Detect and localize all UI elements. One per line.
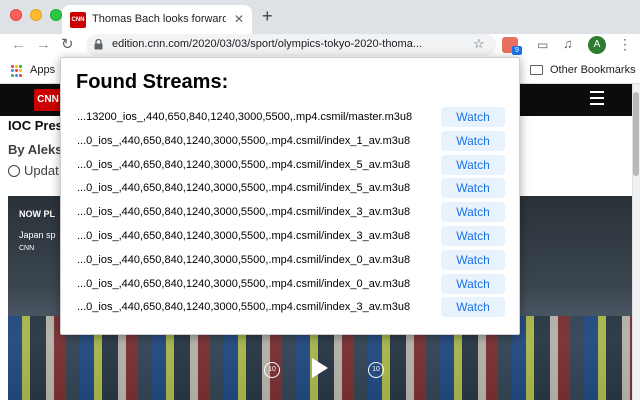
- stream-row: ...0_ios_,440,650,840,1240,3000,5500,.mp…: [77, 249, 507, 272]
- video-source: CNN: [19, 245, 35, 252]
- watch-button[interactable]: Watch: [441, 273, 505, 294]
- article-byline[interactable]: By Aleks: [8, 142, 62, 157]
- stream-row: ...13200_ios_,440,650,840,1240,3000,5500…: [77, 107, 507, 129]
- watch-button[interactable]: Watch: [441, 130, 505, 151]
- found-streams-popup: Found Streams: ...13200_ios_,440,650,840…: [60, 57, 520, 335]
- clock-icon: [8, 165, 20, 177]
- scrollbar-thumb[interactable]: [633, 92, 639, 176]
- now-playing-label: NOW PL: [19, 209, 55, 219]
- forward-button[interactable]: →: [36, 35, 51, 55]
- cnn-logo[interactable]: CNN: [34, 89, 62, 111]
- url-text: edition.cnn.com/2020/03/03/sport/olympic…: [112, 38, 422, 50]
- apps-grid-icon[interactable]: [11, 65, 23, 77]
- watch-button[interactable]: Watch: [441, 178, 505, 199]
- browser-menu-icon[interactable]: ⋮: [618, 36, 632, 53]
- video-caption: Japan sp: [19, 230, 56, 240]
- forward-10-icon[interactable]: 10: [368, 362, 384, 378]
- apps-bookmark[interactable]: Apps: [30, 64, 55, 76]
- other-bookmarks[interactable]: Other Bookmarks: [550, 64, 636, 76]
- lock-icon: [94, 39, 103, 50]
- tab-close-icon[interactable]: ✕: [234, 12, 244, 26]
- cnn-favicon-icon: CNN: [70, 12, 86, 28]
- stream-url: ...0_ios_,440,650,840,1240,3000,5500,.mp…: [77, 182, 411, 195]
- popup-title: Found Streams:: [76, 71, 229, 93]
- updated-text: Updat: [24, 163, 59, 178]
- stream-url: ...0_ios_,440,650,840,1240,3000,5500,.mp…: [77, 277, 411, 290]
- profile-avatar[interactable]: A: [588, 36, 606, 54]
- stream-url: ...0_ios_,440,650,840,1240,3000,5500,.mp…: [77, 134, 411, 147]
- watch-button[interactable]: Watch: [441, 154, 505, 175]
- close-window-button[interactable]: [10, 9, 22, 21]
- stream-row: ...0_ios_,440,650,840,1240,3000,5500,.mp…: [77, 130, 507, 153]
- stream-row: ...0_ios_,440,650,840,1240,3000,5500,.mp…: [77, 202, 507, 224]
- media-controls-icon[interactable]: ♫: [563, 36, 573, 51]
- article-updated: Updat: [8, 163, 59, 178]
- stream-url: ...0_ios_,440,650,840,1240,3000,5500,.mp…: [77, 253, 411, 266]
- back-button[interactable]: ←: [11, 35, 26, 55]
- maximize-window-button[interactable]: [50, 9, 62, 21]
- new-tab-button[interactable]: +: [262, 6, 273, 27]
- stream-url: ...0_ios_,440,650,840,1240,3000,5500,.mp…: [77, 301, 411, 314]
- watch-button[interactable]: Watch: [441, 226, 505, 246]
- stream-url: ...0_ios_,440,650,840,1240,3000,5500,.mp…: [77, 230, 411, 242]
- address-bar[interactable]: edition.cnn.com/2020/03/03/sport/olympic…: [86, 34, 496, 56]
- watch-button[interactable]: Watch: [441, 297, 505, 318]
- play-icon[interactable]: [312, 358, 328, 378]
- stream-row: ...0_ios_,440,650,840,1240,3000,5500,.mp…: [77, 226, 507, 248]
- stream-url: ...0_ios_,440,650,840,1240,3000,5500,.mp…: [77, 158, 411, 171]
- browser-tab[interactable]: CNN Thomas Bach looks forward to ✕: [62, 5, 252, 34]
- extension-badge: 9: [512, 46, 522, 55]
- stream-row: ...0_ios_,440,650,840,1240,3000,5500,.mp…: [77, 178, 507, 200]
- article-headline: IOC Pres: [8, 118, 63, 133]
- browser-toolbar: ← → ↻ edition.cnn.com/2020/03/03/sport/o…: [0, 34, 640, 56]
- stream-row: ...0_ios_,440,650,840,1240,3000,5500,.mp…: [77, 297, 507, 319]
- cast-icon[interactable]: ▭: [537, 38, 548, 52]
- bookmark-star-icon[interactable]: ☆: [473, 36, 485, 52]
- reload-button[interactable]: ↻: [61, 35, 74, 55]
- rewind-10-icon[interactable]: 10: [264, 362, 280, 378]
- hamburger-menu-icon[interactable]: [590, 91, 604, 109]
- stream-row: ...0_ios_,440,650,840,1240,3000,5500,.mp…: [77, 273, 507, 296]
- stream-url: ...13200_ios_,440,650,840,1240,3000,5500…: [77, 111, 413, 123]
- tab-title: Thomas Bach looks forward to: [92, 13, 226, 25]
- minimize-window-button[interactable]: [30, 9, 42, 21]
- watch-button[interactable]: Watch: [441, 107, 505, 127]
- folder-icon: [530, 65, 543, 75]
- tab-strip: CNN Thomas Bach looks forward to ✕ +: [0, 0, 640, 34]
- stream-row: ...0_ios_,440,650,840,1240,3000,5500,.mp…: [77, 154, 507, 177]
- stream-url: ...0_ios_,440,650,840,1240,3000,5500,.mp…: [77, 206, 411, 219]
- watch-button[interactable]: Watch: [441, 202, 505, 223]
- watch-button[interactable]: Watch: [441, 249, 505, 270]
